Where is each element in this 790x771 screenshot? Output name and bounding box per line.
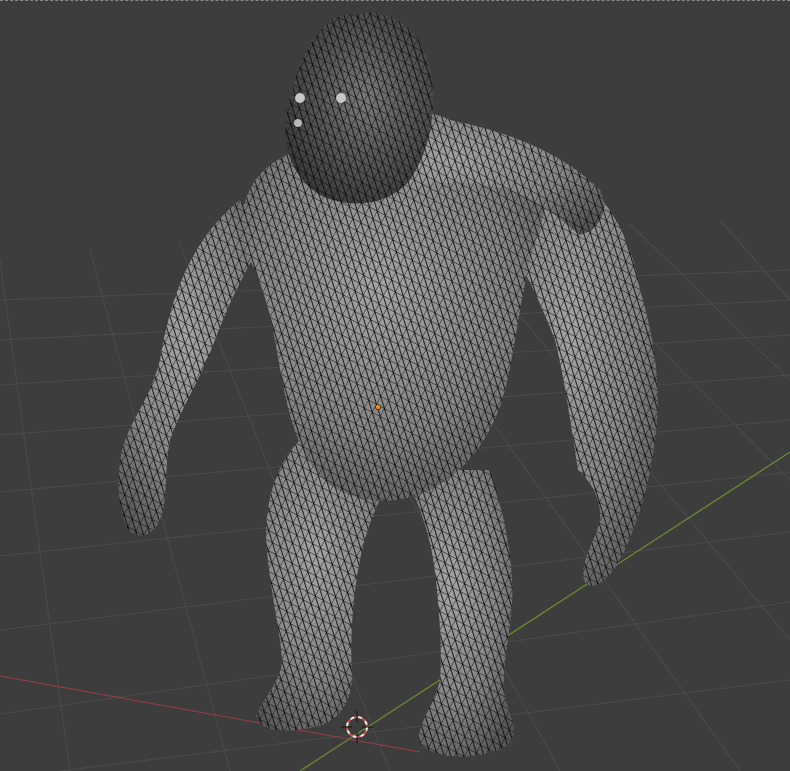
object-origin-icon [374, 403, 381, 410]
left-eye [295, 93, 305, 103]
viewport-canvas[interactable] [0, 0, 790, 771]
3d-viewport[interactable] [0, 0, 790, 771]
nostril [294, 119, 302, 127]
gorilla-mesh[interactable] [118, 12, 658, 757]
right-eye [336, 93, 346, 103]
